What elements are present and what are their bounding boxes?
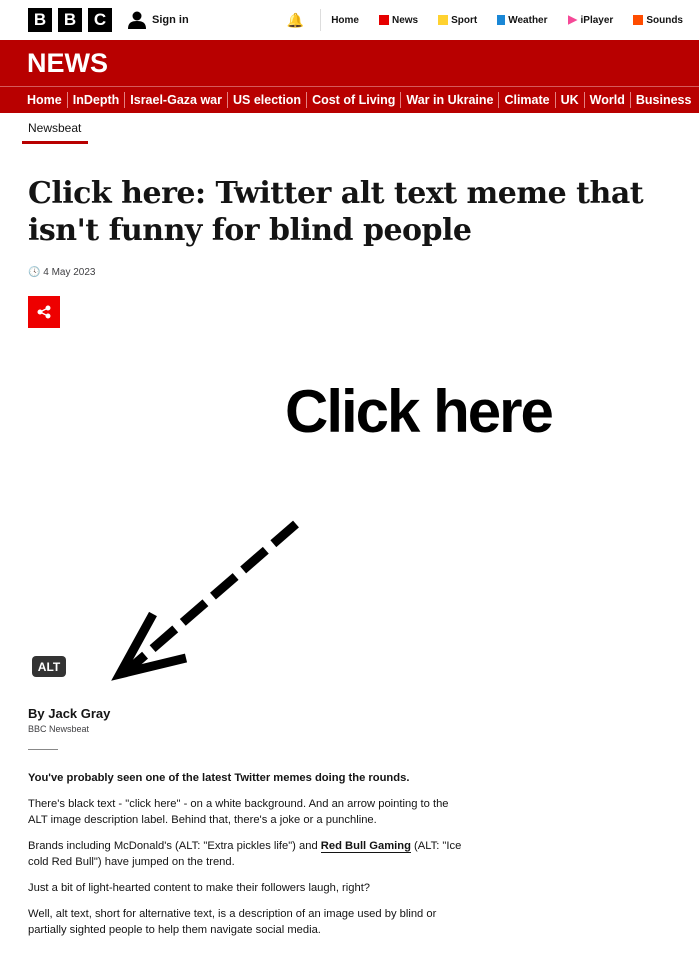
user-icon [128, 11, 146, 29]
nav-item[interactable]: Home [27, 93, 62, 107]
article-date: 🕓 4 May 2023 [28, 267, 96, 278]
paragraph: Brands including McDonald's (ALT: "Extra… [28, 838, 468, 870]
nav-item[interactable]: US election [233, 93, 301, 107]
dashed-arrow [125, 520, 299, 674]
label: iPlayer [580, 14, 614, 26]
image-click-here-text: Click here [285, 378, 552, 445]
sign-in-label: Sign in [152, 14, 189, 26]
sign-in-button[interactable]: Sign in [128, 11, 189, 29]
weather-icon [497, 15, 506, 25]
label: Weather [508, 14, 548, 26]
active-underline [22, 141, 88, 144]
red-bull-gaming-link[interactable]: Red Bull Gaming [320, 840, 411, 853]
logo-b: B [58, 8, 82, 32]
iplayer-icon [567, 15, 578, 25]
paragraph: Well, alt text, short for alternative te… [28, 908, 437, 936]
share-icon [37, 305, 51, 319]
nav-divider [66, 92, 68, 108]
date-text: 4 May 2023 [43, 267, 96, 278]
top-nav-weather[interactable]: Weather [497, 14, 548, 26]
top-nav-sport[interactable]: Sport [438, 15, 477, 26]
logo-c: C [88, 8, 112, 32]
nav-item[interactable]: Cost of Living [312, 93, 395, 107]
top-nav-news[interactable]: News [379, 15, 418, 26]
nav-item[interactable]: Climate [504, 93, 549, 107]
bell-icon[interactable]: 🔔 [287, 12, 304, 29]
label: Sounds [646, 14, 683, 26]
author-org: BBC Newsbeat [28, 724, 90, 734]
section-nav: Home InDepth Israel-Gaza war US election Cos… [0, 87, 699, 113]
label: Sport [451, 14, 478, 26]
nav-item[interactable]: InDepth [73, 93, 120, 107]
nav-item[interactable]: UK [561, 93, 579, 107]
logo-b: B [28, 8, 52, 32]
article-title: Click here: Twitter alt text meme that i… [28, 176, 644, 248]
paragraph: Just a bit of light-hearted content to m… [28, 882, 371, 894]
top-nav-home[interactable]: Home [331, 15, 359, 26]
top-nav-iplayer[interactable]: iPlayer [567, 14, 614, 26]
nav-divider [583, 92, 585, 108]
nav-divider [554, 92, 556, 108]
subsection-nav: Newsbeat [0, 113, 699, 144]
top-nav: 🔔 Home News Sport Weather iPlayer Sounds [287, 0, 683, 40]
divider [320, 9, 322, 31]
nav-divider [400, 92, 402, 108]
label: News [392, 14, 419, 26]
masthead: B B C Sign in 🔔 Home News Sport Weather … [0, 0, 699, 40]
nav-divider [226, 92, 228, 108]
nav-divider [629, 92, 631, 108]
nav-item[interactable]: War in Ukraine [406, 93, 493, 107]
label: Home [331, 14, 359, 26]
nav-item[interactable]: Israel-Gaza war [130, 93, 222, 107]
sport-icon [438, 15, 449, 25]
top-nav-sounds[interactable]: Sounds [633, 15, 683, 26]
sounds-icon [633, 15, 644, 25]
nav-divider [124, 92, 126, 108]
intro-paragraph: You've probably seen one of the latest T… [28, 772, 410, 784]
nav-item[interactable]: Business [636, 93, 692, 107]
news-icon [379, 15, 389, 25]
subsection-newsbeat[interactable]: Newsbeat [28, 113, 699, 135]
article-image: Click here ALT [32, 378, 554, 681]
share-button[interactable] [28, 296, 60, 328]
author-name: By Jack Gray [28, 706, 111, 721]
text: Brands including McDonald's (ALT: "Extra… [28, 840, 321, 852]
divider [28, 749, 58, 750]
bbc-logo[interactable]: B B C [28, 8, 112, 32]
nav-divider [498, 92, 500, 108]
byline: By Jack Gray BBC Newsbeat [28, 706, 110, 734]
paragraph: There's black text - "click here" - on a… [28, 798, 449, 826]
news-brand[interactable]: NEWS [0, 40, 699, 87]
alt-badge-label: ALT [38, 660, 61, 674]
nav-divider [306, 92, 308, 108]
nav-item[interactable]: World [590, 93, 625, 107]
article-body: You've probably seen one of the latest T… [28, 770, 468, 948]
